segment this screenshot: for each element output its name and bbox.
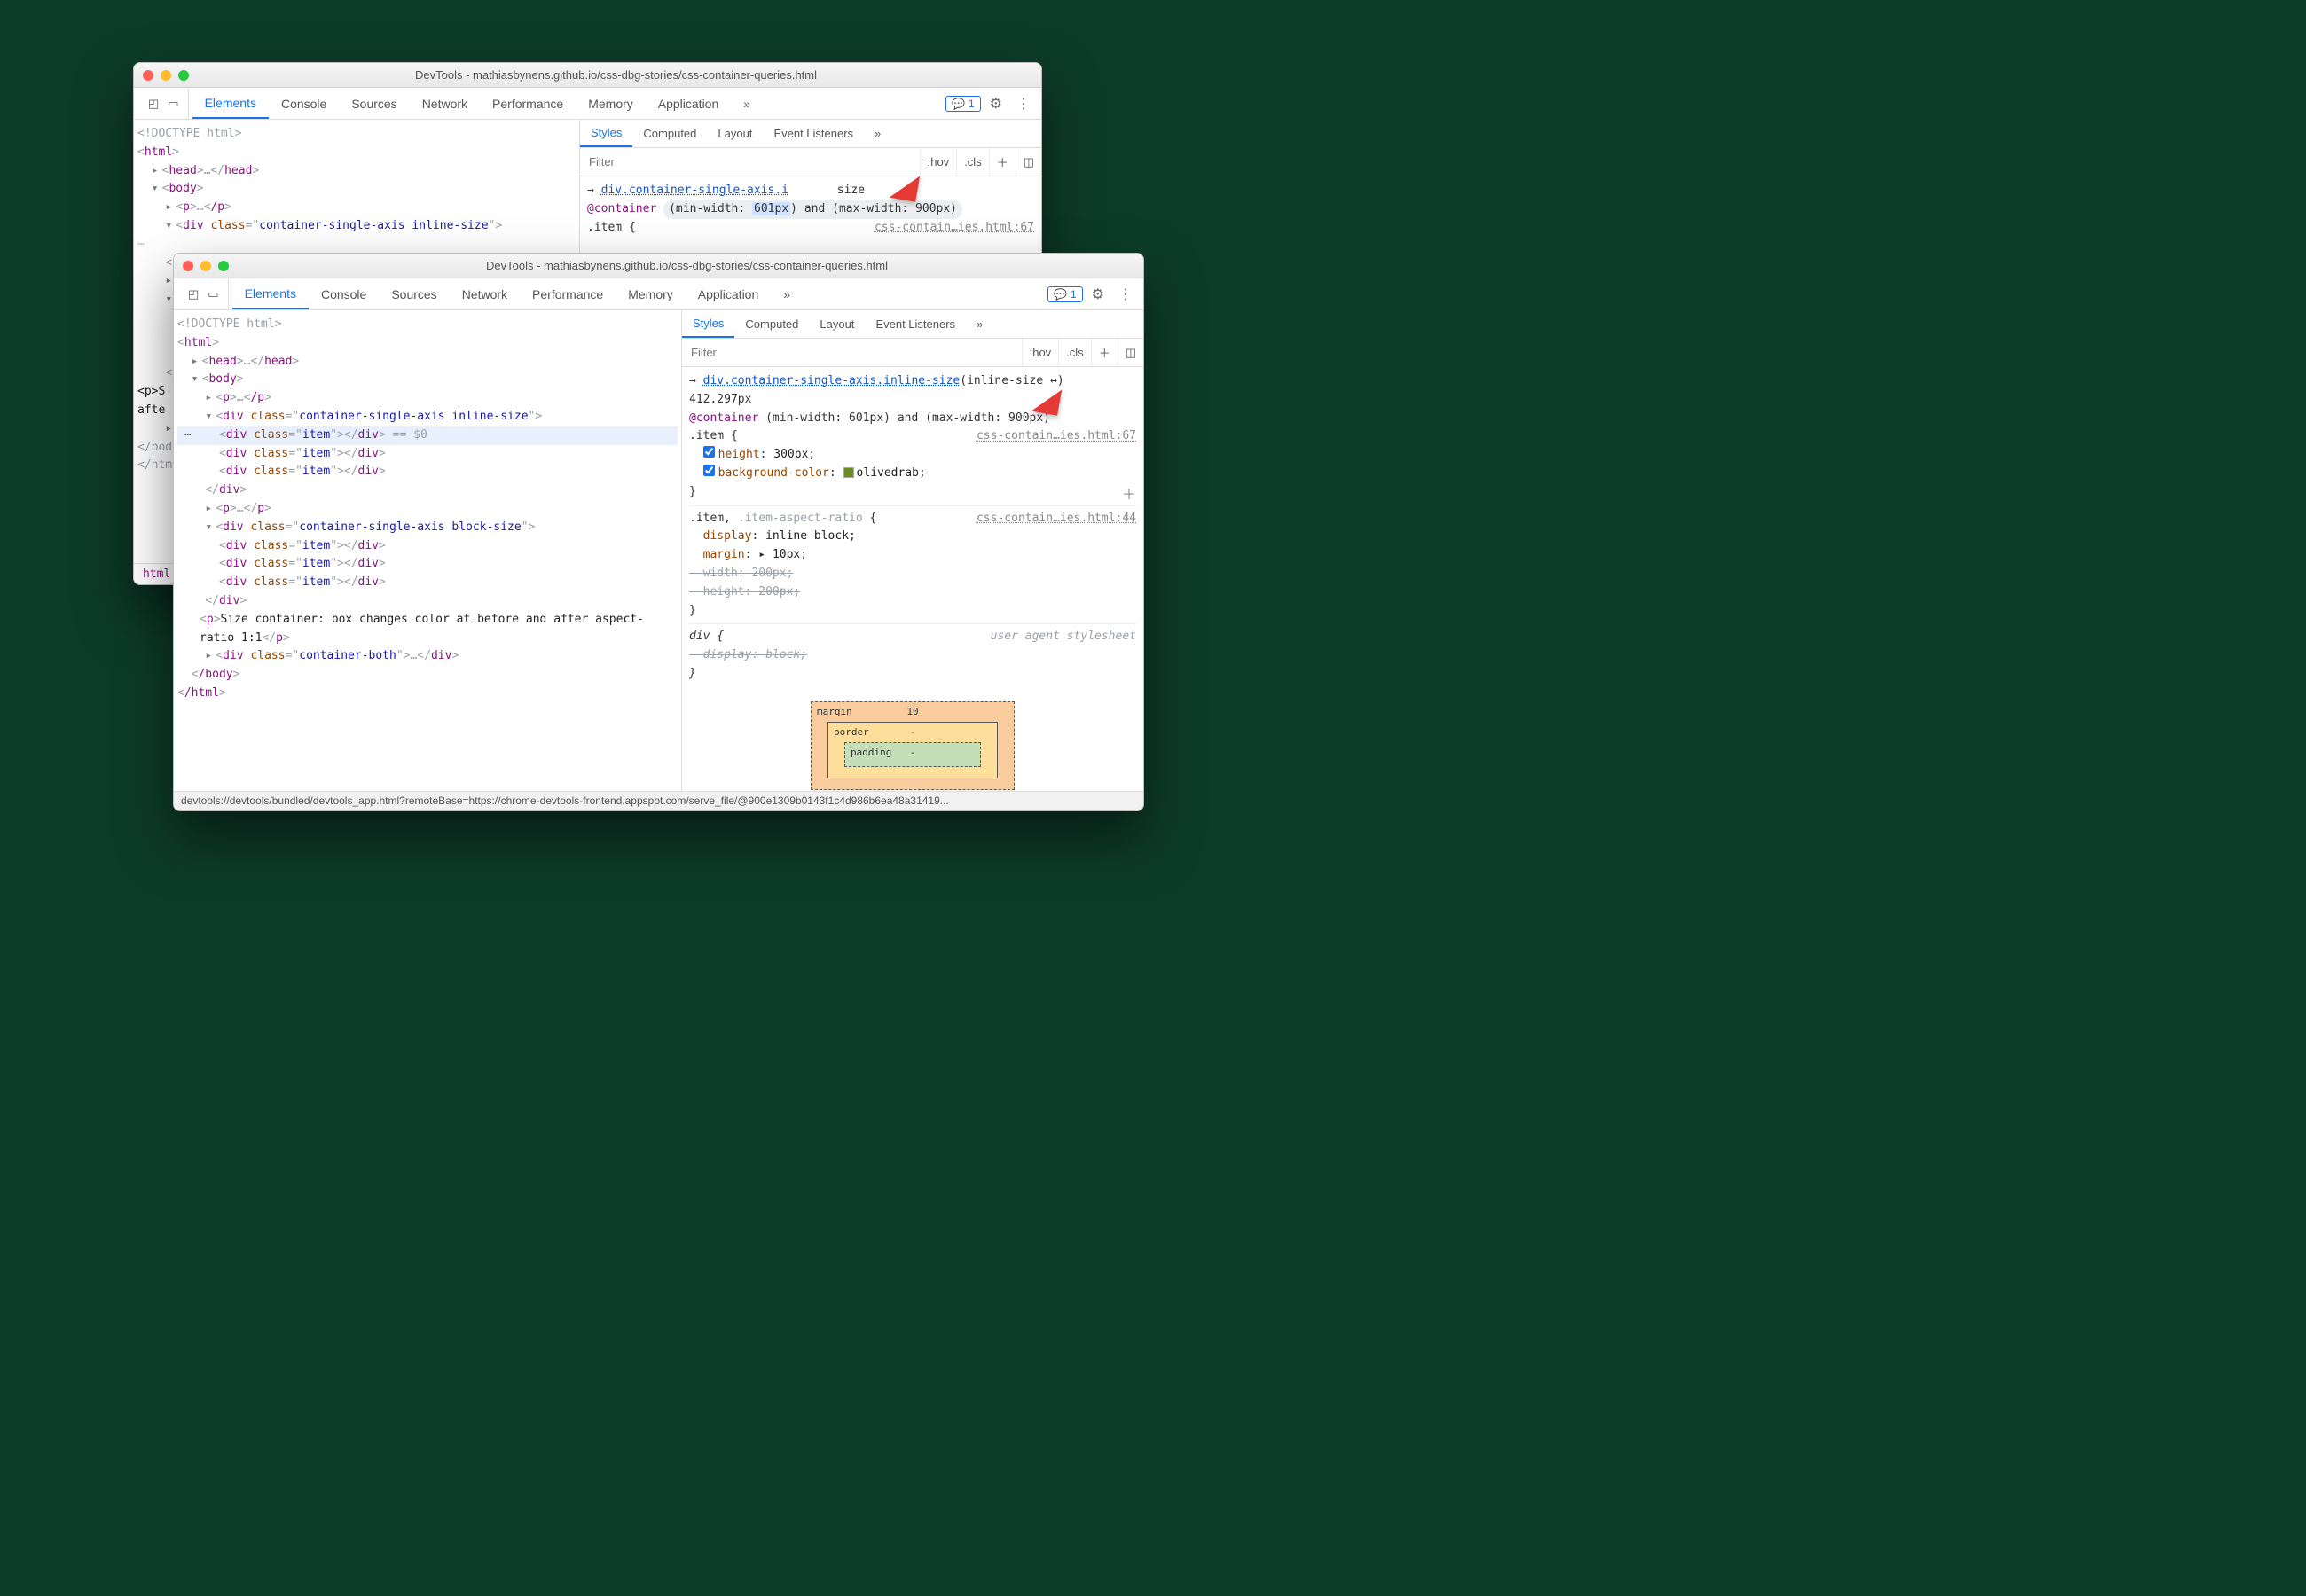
tab-performance[interactable]: Performance <box>520 278 616 309</box>
add-property-icon[interactable]: ＋ <box>1122 483 1136 506</box>
tab-elements[interactable]: Elements <box>232 278 309 309</box>
messages-badge[interactable]: 💬 1 <box>1047 286 1083 302</box>
panel-toggle-icon[interactable]: ◫ <box>1118 339 1143 366</box>
hov-button[interactable]: :hov <box>920 148 957 176</box>
traffic-lights[interactable] <box>183 261 229 271</box>
new-rule-button[interactable]: ＋ <box>989 148 1016 176</box>
titlebar: DevTools - mathiasbynens.github.io/css-d… <box>134 63 1041 88</box>
styles-filter-input[interactable] <box>682 339 1022 366</box>
status-bar: devtools://devtools/bundled/devtools_app… <box>174 791 1143 810</box>
inspect-icon[interactable]: ◰ <box>148 97 159 111</box>
tab-elements[interactable]: Elements <box>192 88 269 119</box>
main-toolbar: ◰ ▭ Elements Console Sources Network Per… <box>134 88 1041 120</box>
container-link[interactable]: div.container-single-axis.inline-size <box>703 374 961 387</box>
color-swatch[interactable] <box>843 467 854 478</box>
subtabs-overflow-icon[interactable]: » <box>864 120 891 147</box>
subtab-styles[interactable]: Styles <box>580 120 632 147</box>
box-model[interactable]: margin 10 border - padding - <box>811 701 1015 790</box>
styles-panel[interactable]: → div.container-single-axis.inline-size(… <box>682 367 1143 791</box>
dom-tree[interactable]: <!DOCTYPE html> <html> <head>…</head> <b… <box>174 310 681 791</box>
prop-toggle[interactable] <box>703 465 715 476</box>
container-link[interactable]: div.container-single-axis.i <box>601 184 788 197</box>
subtab-layout[interactable]: Layout <box>809 310 865 338</box>
tabs-overflow-icon[interactable]: » <box>771 278 803 309</box>
hov-button[interactable]: :hov <box>1022 339 1059 366</box>
traffic-lights[interactable] <box>143 70 189 81</box>
gear-icon[interactable]: ⚙ <box>984 95 1008 113</box>
subtabs-overflow-icon[interactable]: » <box>966 310 993 338</box>
min-dot[interactable] <box>161 70 171 81</box>
tab-memory[interactable]: Memory <box>576 88 646 119</box>
tab-memory[interactable]: Memory <box>616 278 686 309</box>
tab-sources[interactable]: Sources <box>339 88 409 119</box>
tab-console[interactable]: Console <box>309 278 379 309</box>
red-arrow-icon <box>868 176 930 210</box>
source-link[interactable]: css-contain…ies.html:67 <box>875 219 1034 238</box>
red-arrow-icon <box>1010 367 1072 424</box>
panel-toggle-icon[interactable]: ◫ <box>1016 148 1041 176</box>
selected-node[interactable]: ⋯ <div class="item"></div> == $0 <box>177 426 678 445</box>
styles-subtabs: Styles Computed Layout Event Listeners » <box>580 120 1041 148</box>
max-dot[interactable] <box>218 261 229 271</box>
inspect-icon[interactable]: ◰ <box>188 287 199 301</box>
styles-filter-input[interactable] <box>580 148 920 176</box>
source-link[interactable]: css-contain…ies.html:67 <box>977 427 1136 446</box>
tab-application[interactable]: Application <box>686 278 772 309</box>
main-tabs: Elements Console Sources Network Perform… <box>192 88 763 119</box>
tab-performance[interactable]: Performance <box>480 88 576 119</box>
window-title: DevTools - mathiasbynens.github.io/css-d… <box>200 68 1032 82</box>
window-title: DevTools - mathiasbynens.github.io/css-d… <box>239 259 1134 272</box>
subtab-computed[interactable]: Computed <box>632 120 707 147</box>
cls-button[interactable]: .cls <box>1058 339 1091 366</box>
max-dot[interactable] <box>178 70 189 81</box>
source-link[interactable]: css-contain…ies.html:44 <box>977 510 1136 528</box>
close-dot[interactable] <box>183 261 193 271</box>
kebab-icon[interactable]: ⋮ <box>1011 95 1036 113</box>
prop-toggle[interactable] <box>703 446 715 458</box>
subtab-computed[interactable]: Computed <box>734 310 809 338</box>
tab-sources[interactable]: Sources <box>379 278 449 309</box>
titlebar: DevTools - mathiasbynens.github.io/css-d… <box>174 254 1143 278</box>
tab-console[interactable]: Console <box>269 88 339 119</box>
ua-stylesheet: user agent stylesheet <box>991 628 1136 646</box>
subtab-styles[interactable]: Styles <box>682 310 734 338</box>
tab-application[interactable]: Application <box>646 88 732 119</box>
device-icon[interactable]: ▭ <box>168 97 178 111</box>
main-tabs: Elements Console Sources Network Perform… <box>232 278 803 309</box>
close-dot[interactable] <box>143 70 153 81</box>
subtab-layout[interactable]: Layout <box>707 120 763 147</box>
device-icon[interactable]: ▭ <box>208 287 218 301</box>
tab-network[interactable]: Network <box>410 88 480 119</box>
cls-button[interactable]: .cls <box>956 148 989 176</box>
main-toolbar: ◰ ▭ Elements Console Sources Network Per… <box>174 278 1143 310</box>
subtab-event[interactable]: Event Listeners <box>865 310 966 338</box>
messages-badge[interactable]: 💬 1 <box>945 96 981 112</box>
new-rule-button[interactable]: ＋ <box>1091 339 1118 366</box>
styles-subtabs: Styles Computed Layout Event Listeners » <box>682 310 1143 339</box>
tabs-overflow-icon[interactable]: » <box>731 88 763 119</box>
min-dot[interactable] <box>200 261 211 271</box>
gear-icon[interactable]: ⚙ <box>1086 286 1110 303</box>
tab-network[interactable]: Network <box>450 278 520 309</box>
kebab-icon[interactable]: ⋮ <box>1113 286 1138 303</box>
subtab-event[interactable]: Event Listeners <box>763 120 864 147</box>
